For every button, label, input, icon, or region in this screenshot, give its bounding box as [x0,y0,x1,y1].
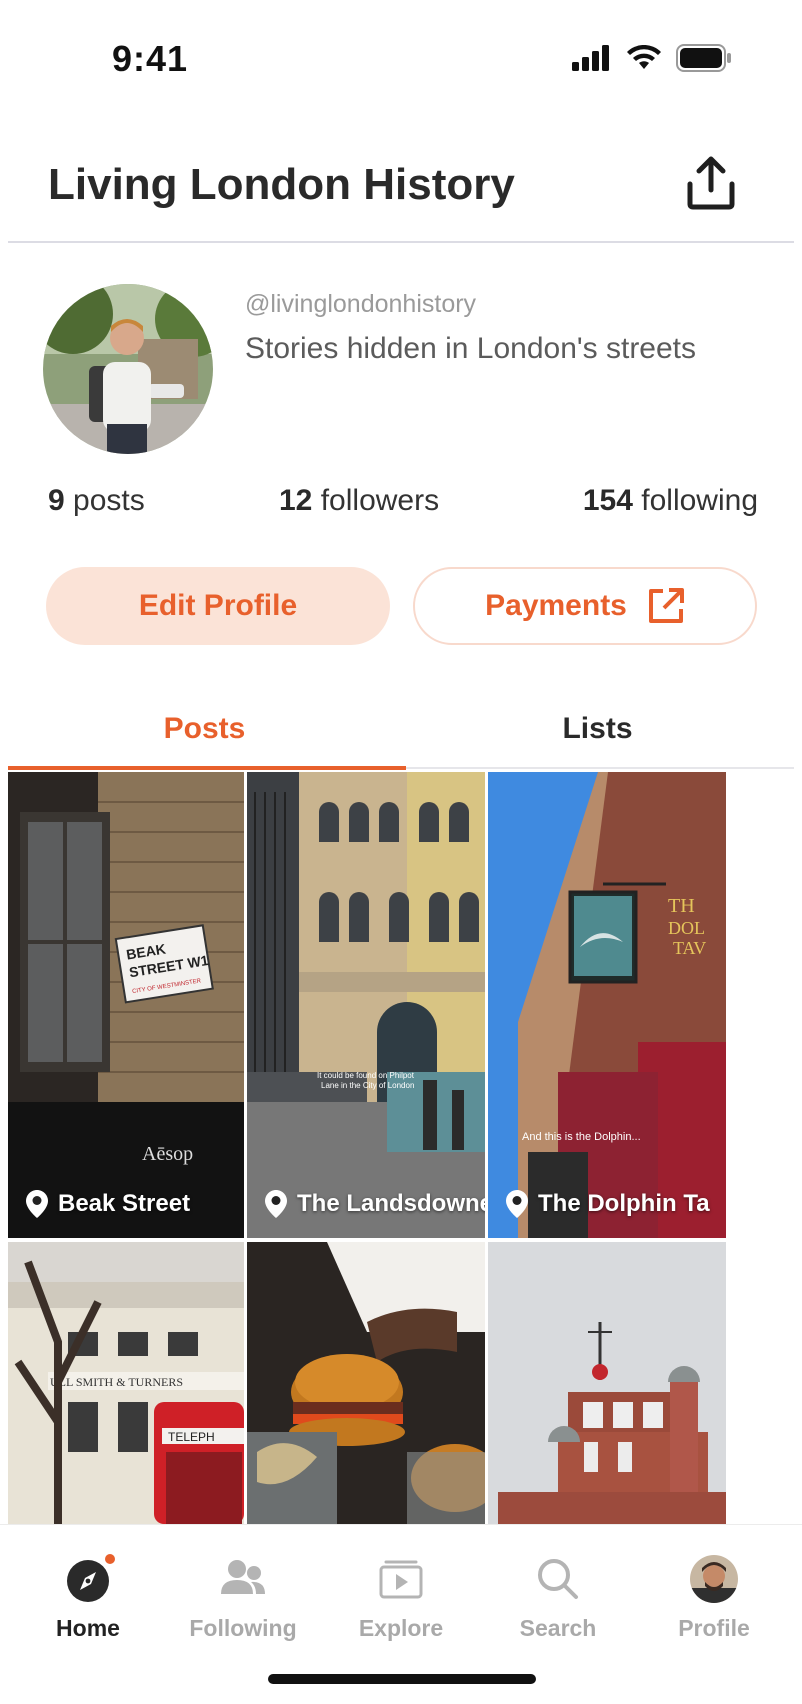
edit-profile-label: Edit Profile [138,589,298,622]
search-icon [538,1559,578,1599]
location-pin-icon [506,1190,528,1218]
home-indicator [268,1674,536,1684]
overlay-text: And this is the Dolphin... [522,1131,641,1143]
overlay-text-1: It could be found on Philpot [317,1071,415,1080]
posts-label: posts [73,484,145,517]
profile-bio: Stories hidden in London's streets [245,332,697,365]
edit-profile-button[interactable]: Edit Profile [46,567,390,645]
tab-explore-label: Explore [358,1615,444,1641]
post-caption: The Landsdowne [265,1190,485,1218]
shop-sign-text: ULL SMITH & TURNERS [50,1375,183,1389]
tab-following-label: Following [189,1615,297,1641]
followers-stat[interactable]: 12 followers [279,484,439,518]
share-button[interactable] [682,154,740,212]
post-image: TH DOL TAV And this is the Dolphin... [488,772,726,1238]
avatar [690,1555,738,1603]
profile-avatar[interactable] [43,284,213,454]
post-image: BEAK STREET W1 CITY OF WESTMINSTER Aēsop [8,772,244,1238]
post-tile[interactable] [247,1242,485,1524]
post-tile[interactable]: TH DOL TAV And this is the Dolphin... Th… [488,772,726,1238]
post-caption-text: The Landsdowne [297,1190,485,1217]
status-bar: 9:41 [0,0,802,120]
shop-sign-text: Aēsop [142,1143,193,1165]
tab-posts[interactable]: Posts [8,712,401,746]
tab-lists[interactable]: Lists [401,712,794,746]
wifi-icon [627,45,661,69]
header-divider [8,241,794,243]
location-pin-icon [26,1190,48,1218]
overlay-text-2: Lane in the City of London [321,1081,414,1090]
tab-search[interactable]: Search [493,1553,623,1642]
active-tab-indicator [8,766,406,770]
people-icon [221,1560,265,1594]
tab-home[interactable]: Home [23,1553,153,1642]
post-tile[interactable]: It could be found on Philpot Lane in the… [247,772,485,1238]
profile-header: Living London History [0,140,802,244]
following-stat[interactable]: 154 following [583,484,758,518]
followers-label: followers [320,484,440,517]
profile-handle: @livinglondonhistory [245,290,477,318]
post-image [247,1242,485,1524]
payments-button[interactable]: Payments [413,567,757,645]
post-tile[interactable]: ULL SMITH & TURNERS TELEPH [8,1242,244,1524]
post-image [488,1242,726,1524]
following-label: following [641,484,758,517]
tab-home-label: Home [56,1615,120,1641]
post-tile[interactable]: BEAK STREET W1 CITY OF WESTMINSTER Aēsop… [8,772,244,1238]
status-time: 9:41 [112,38,189,79]
profile-stats: 9 posts 12 followers 154 following [48,484,758,524]
battery-icon [676,44,731,72]
tab-profile[interactable]: Profile [649,1553,779,1642]
post-image: ULL SMITH & TURNERS TELEPH [8,1242,244,1524]
svg-text:DOL: DOL [668,918,705,938]
post-caption: The Dolphin Ta [506,1190,710,1218]
profile-tabs: Posts Lists [8,700,794,772]
following-count: 154 [582,484,633,517]
post-caption: Beak Street [26,1190,190,1218]
status-icons [572,44,732,72]
tab-explore[interactable]: Explore [336,1553,466,1642]
post-image: It could be found on Philpot Lane in the… [247,772,485,1238]
signal-icon [572,45,609,71]
svg-text:TH: TH [668,895,695,917]
post-caption-text: The Dolphin Ta [538,1190,710,1217]
external-link-icon [648,588,684,623]
posts-count: 9 [48,484,65,517]
posts-stat[interactable]: 9 posts [48,484,145,518]
share-icon [687,156,735,210]
post-tile[interactable] [488,1242,726,1524]
tab-profile-label: Profile [678,1615,750,1641]
posts-grid: BEAK STREET W1 CITY OF WESTMINSTER Aēsop… [8,772,794,1524]
post-caption-text: Beak Street [58,1190,191,1217]
play-icon [379,1560,423,1599]
page-title: Living London History [48,160,515,209]
payments-label: Payments [485,589,627,622]
svg-text:TAV: TAV [673,938,706,958]
tab-following[interactable]: Following [178,1553,308,1642]
location-pin-icon [265,1190,287,1218]
notification-dot [105,1554,115,1564]
tab-search-label: Search [519,1615,597,1641]
compass-icon [67,1554,115,1602]
followers-count: 12 [279,484,313,517]
svg-text:TELEPH: TELEPH [168,1430,215,1444]
